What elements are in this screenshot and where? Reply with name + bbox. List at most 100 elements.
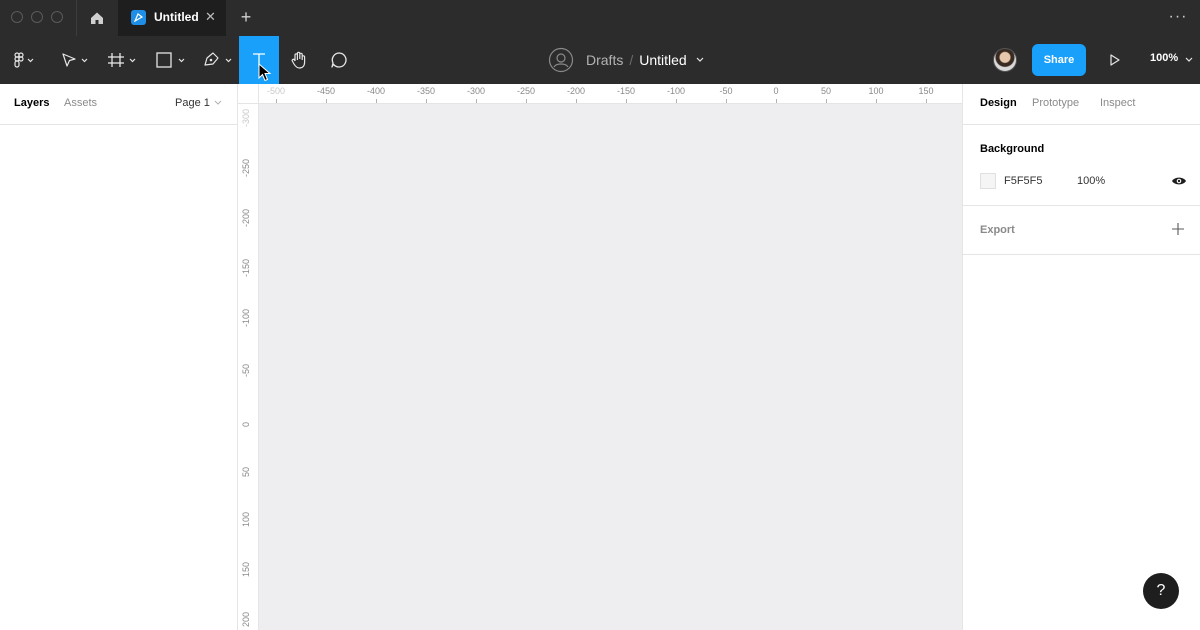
ruler-tick-mark: [726, 99, 727, 103]
ruler-tick-mark: [326, 99, 327, 103]
move-tool-button[interactable]: [52, 36, 92, 84]
title-bar: Untitled ✕ + ···: [0, 0, 1200, 36]
ruler-tick-mark: [276, 99, 277, 103]
ruler-tick-label: -300: [466, 86, 486, 96]
ruler-tick-label: -50: [241, 363, 251, 377]
zoom-chevron-icon[interactable]: [1184, 55, 1194, 65]
background-hex-input[interactable]: F5F5F5: [1004, 175, 1043, 187]
ruler-tick-label: 200: [241, 611, 251, 627]
pen-icon: [204, 52, 232, 66]
ruler-tick-label: 150: [241, 561, 251, 577]
ruler-tick-mark: [826, 99, 827, 103]
ruler-tick-label: 0: [241, 421, 251, 427]
ruler-tick-mark: [876, 99, 877, 103]
ruler-tick-label: -250: [241, 158, 251, 177]
eye-icon[interactable]: [1171, 174, 1187, 188]
design-file-icon: [131, 10, 146, 25]
ruler-tick-label: -200: [241, 208, 251, 227]
shape-tool-button[interactable]: [150, 36, 192, 84]
ruler-tick-label: -500: [266, 86, 286, 96]
ruler-tick-label: -150: [616, 86, 636, 96]
figma-app: Untitled ✕ + ··· Drafts / Untitled Share…: [0, 0, 1200, 630]
breadcrumb: Drafts / Untitled: [548, 36, 709, 84]
present-button[interactable]: [1103, 48, 1127, 72]
tab-design[interactable]: Design: [980, 97, 1017, 109]
ruler-tick-label: -250: [516, 86, 536, 96]
ruler-tick-mark: [476, 99, 477, 103]
ruler-tick-label: -400: [366, 86, 386, 96]
frame-tool-button[interactable]: [100, 36, 142, 84]
ruler-tick-mark: [526, 99, 527, 103]
toolbar: Drafts / Untitled Share 100%: [0, 36, 1200, 84]
export-section-title: Export: [980, 224, 1015, 236]
new-tab-button[interactable]: +: [236, 6, 256, 30]
zoom-level[interactable]: 100%: [1150, 52, 1178, 64]
ruler-tick-mark: [676, 99, 677, 103]
ruler-tick-mark: [626, 99, 627, 103]
window-minimize-button[interactable]: [31, 11, 43, 23]
move-arrow-icon: [62, 53, 88, 67]
page-selector-label: Page 1: [175, 97, 210, 109]
background-opacity-input[interactable]: 100%: [1077, 175, 1105, 187]
ruler-tick-label: 150: [918, 86, 934, 96]
layers-panel-header: Layers Assets Page 1: [0, 84, 238, 125]
close-tab-icon[interactable]: ✕: [205, 9, 216, 25]
ruler-tick-mark: [376, 99, 377, 103]
section-divider: [963, 254, 1200, 255]
file-tab-label: Untitled: [154, 10, 199, 24]
main-menu-button[interactable]: [4, 36, 42, 84]
rectangle-icon: [156, 52, 185, 68]
add-export-icon[interactable]: [1169, 220, 1187, 238]
ruler-tick-label: -300: [241, 108, 251, 127]
tab-layers[interactable]: Layers: [14, 97, 49, 109]
ruler-tick-label: -150: [241, 258, 251, 277]
figma-logo-icon: [14, 52, 34, 68]
frame-icon: [108, 53, 136, 67]
tab-inspect[interactable]: Inspect: [1100, 97, 1135, 109]
home-icon: [91, 12, 103, 24]
ruler-tick-mark: [776, 99, 777, 103]
ruler-tick-label: -350: [416, 86, 436, 96]
help-button[interactable]: ?: [1143, 573, 1179, 609]
share-button[interactable]: Share: [1032, 44, 1086, 76]
ruler-tick-label: -100: [666, 86, 686, 96]
play-icon: [1110, 54, 1120, 66]
layers-panel: Layers Assets Page 1: [0, 84, 238, 630]
window-close-button[interactable]: [11, 11, 23, 23]
properties-panel-header: Design Prototype Inspect: [963, 84, 1200, 125]
team-avatar-icon: [548, 47, 574, 73]
breadcrumb-separator: /: [629, 52, 634, 68]
vertical-ruler[interactable]: -300 -250 -200 -150 -100 -50 0 50 100 150 200: [238, 104, 259, 630]
ruler-corner: [238, 84, 259, 104]
background-color-swatch[interactable]: [980, 173, 996, 189]
pen-tool-button[interactable]: [198, 36, 238, 84]
user-avatar[interactable]: [993, 48, 1017, 72]
ruler-tick-label: -450: [316, 86, 336, 96]
file-tab[interactable]: Untitled ✕: [118, 0, 226, 36]
home-button[interactable]: [77, 0, 117, 36]
comment-icon: [331, 52, 347, 68]
ruler-tick-mark: [426, 99, 427, 103]
ruler-tick-label: 100: [241, 511, 251, 527]
window-maximize-button[interactable]: [51, 11, 63, 23]
comment-tool-button[interactable]: [322, 36, 356, 84]
horizontal-ruler[interactable]: -500 -450 -400 -350 -300 -250 -200 -150 -100 -50 0…: [259, 84, 962, 104]
ruler-tick-label: -50: [719, 86, 733, 96]
tab-prototype[interactable]: Prototype: [1032, 97, 1079, 109]
ruler-tick-label: 50: [241, 466, 251, 477]
tab-assets[interactable]: Assets: [64, 97, 97, 109]
hand-tool-button[interactable]: [282, 36, 316, 84]
ruler-tick-label: 50: [820, 86, 832, 96]
breadcrumb-drafts-link[interactable]: Drafts: [586, 52, 623, 68]
chevron-down-icon[interactable]: [691, 54, 709, 66]
ruler-tick-label: -200: [566, 86, 586, 96]
hand-icon: [291, 51, 306, 69]
ruler-tick-label: 0: [773, 86, 779, 96]
page-selector[interactable]: Page 1: [175, 97, 223, 109]
file-name[interactable]: Untitled: [639, 52, 686, 68]
canvas[interactable]: [259, 104, 962, 630]
mouse-cursor-icon: [258, 63, 272, 82]
more-options-icon[interactable]: ···: [1168, 6, 1188, 30]
section-divider: [963, 205, 1200, 206]
ruler-tick-mark: [926, 99, 927, 103]
